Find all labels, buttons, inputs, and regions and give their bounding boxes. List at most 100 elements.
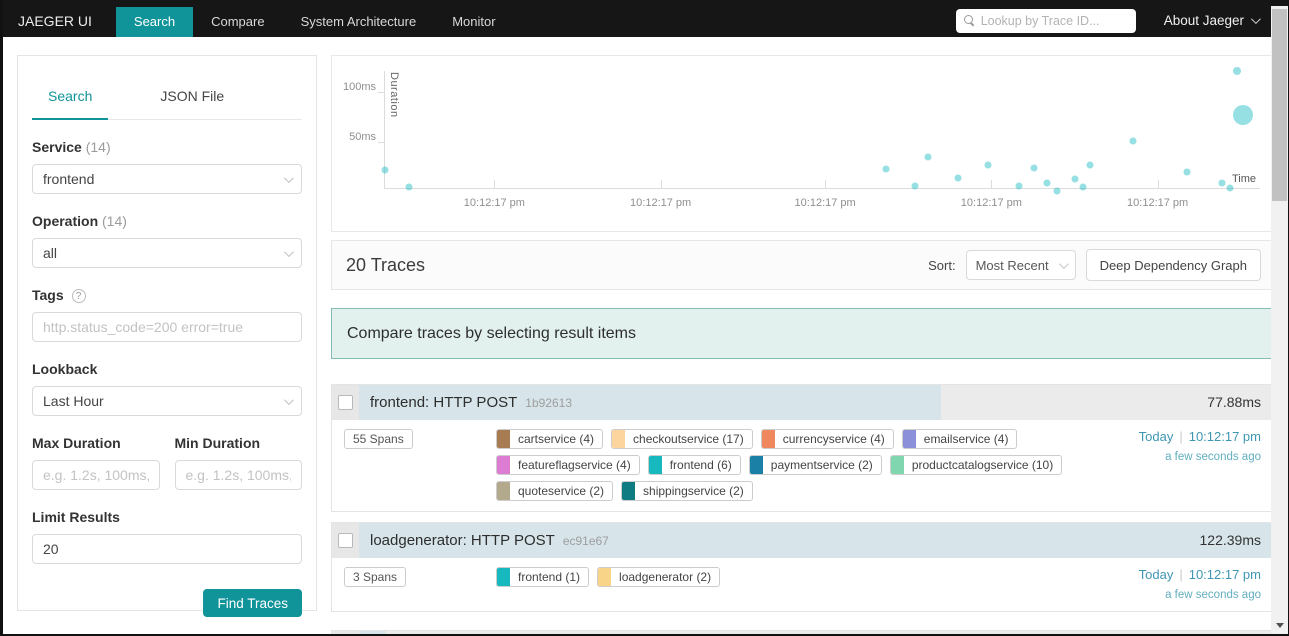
service-tag-label: paymentservice (2) <box>770 458 873 472</box>
y-tick-label: 100ms <box>342 81 376 93</box>
service-tag-swatch <box>612 430 626 448</box>
service-tag-label: quoteservice (2) <box>518 484 605 498</box>
nav-tab-compare[interactable]: Compare <box>193 7 282 37</box>
trace-scatter-dot[interactable] <box>1071 175 1078 183</box>
sidebar-tabs: Search JSON File <box>32 70 302 120</box>
time-axis-label: Time <box>1231 173 1256 185</box>
trace-scatter-dot[interactable] <box>984 161 992 169</box>
trace-scatter-dot[interactable] <box>1043 179 1051 187</box>
tags-field: Tags ? <box>32 287 302 342</box>
trace-lookup-input[interactable] <box>980 13 1128 28</box>
service-field: Service (14) frontend <box>32 139 302 194</box>
scrollbar[interactable] <box>1271 6 1288 634</box>
trace-scatter-dot[interactable] <box>1183 168 1190 176</box>
trace-scatter-dot[interactable] <box>1129 137 1137 145</box>
lookback-select[interactable]: Last Hour <box>32 386 302 416</box>
service-tags: frontend (1) loadgenerator (2) <box>496 567 1111 587</box>
compare-banner: Compare traces by selecting result items <box>331 308 1274 359</box>
service-tag: checkoutservice (17) <box>611 429 753 449</box>
y-tick-mark <box>378 92 385 93</box>
service-tag: paymentservice (2) <box>748 455 882 475</box>
trace-scatter-dot[interactable] <box>924 153 931 161</box>
help-icon[interactable]: ? <box>71 289 86 303</box>
trace-scatter-dot[interactable] <box>1086 161 1094 169</box>
scrollbar-thumb[interactable] <box>1272 9 1287 201</box>
operation-select[interactable]: all <box>32 238 302 268</box>
find-traces-button[interactable]: Find Traces <box>203 589 302 617</box>
top-nav: JAEGER UI Search Compare System Architectu… <box>3 0 1288 37</box>
trace-scatter-dot[interactable] <box>1233 105 1254 126</box>
service-tag-label: shippingservice (2) <box>643 484 744 498</box>
x-tick-mark <box>991 180 993 188</box>
service-tag-swatch <box>598 568 612 586</box>
trace-scatter-dot[interactable] <box>405 183 413 191</box>
trace-checkbox[interactable] <box>338 395 353 410</box>
trace-scatter-dot[interactable] <box>954 174 962 182</box>
y-tick-label: 50ms <box>349 131 376 143</box>
trace-checkbox[interactable] <box>338 533 353 548</box>
operation-select-value: all <box>43 245 58 261</box>
service-tag-label: emailservice (4) <box>923 432 1009 446</box>
lookback-select-value: Last Hour <box>43 393 104 409</box>
service-select-value: frontend <box>43 171 95 187</box>
nav-right: About Jaeger <box>955 8 1288 33</box>
about-jaeger-label: About Jaeger <box>1163 13 1244 28</box>
sidebar-tab-json-file[interactable]: JSON File <box>144 70 240 119</box>
trace-id: 1b92613 <box>525 396 572 410</box>
about-jaeger-menu[interactable]: About Jaeger <box>1163 13 1261 28</box>
service-select[interactable]: frontend <box>32 164 302 194</box>
sort-select[interactable]: Most Recent <box>965 250 1076 280</box>
trace-duration-bar: frontend: HTTP POST 1b92613 77.88ms <box>359 385 1273 420</box>
chevron-down-icon <box>283 394 294 405</box>
service-tag-label: productcatalogservice (10) <box>911 458 1054 472</box>
nav-tab-system-architecture[interactable]: System Architecture <box>283 7 435 37</box>
min-duration-input[interactable] <box>174 460 302 490</box>
sort-select-value: Most Recent <box>975 257 1049 273</box>
chevron-down-icon <box>1058 258 1069 269</box>
trace-title: frontend: HTTP POST <box>370 394 518 411</box>
trace-id: ec91e67 <box>562 534 609 548</box>
search-sidebar: Search JSON File Service (14) frontend Op… <box>17 55 317 617</box>
trace-scatter-dot[interactable] <box>1218 179 1225 187</box>
trace-scatter-dot[interactable] <box>882 165 890 173</box>
trace-lookup-box[interactable] <box>955 8 1136 33</box>
trace-date: Today <box>1138 567 1174 582</box>
service-tag-label: cartservice (4) <box>518 432 595 446</box>
trace-scatter-dot[interactable] <box>1226 184 1234 192</box>
compare-banner-text: Compare traces by selecting result items <box>347 324 636 342</box>
traces-count: 20 Traces <box>346 254 426 275</box>
trace-scatter-dot[interactable] <box>1079 183 1087 191</box>
trace-card-header[interactable]: frontend: HTTP POST 066341b 3.55ms <box>332 631 1273 634</box>
trace-card-header[interactable]: loadgenerator: HTTP POST ec91e67 122.39m… <box>332 523 1273 558</box>
service-tag-swatch <box>902 430 916 448</box>
trace-scatter-dot[interactable] <box>1015 182 1023 190</box>
nav-tab-monitor[interactable]: Monitor <box>434 7 513 37</box>
trace-time: 10:12:17 pm <box>1188 429 1261 444</box>
chevron-down-icon <box>283 246 294 257</box>
trace-scatter-dot[interactable] <box>1030 164 1038 172</box>
trace-result-list: frontend: HTTP POST 1b92613 77.88ms 55 S… <box>331 384 1274 634</box>
trace-scatter-dot[interactable] <box>381 166 389 174</box>
service-tag: cartservice (4) <box>496 429 604 449</box>
trace-relative-time: a few seconds ago <box>1165 451 1261 463</box>
tags-input[interactable] <box>32 312 302 342</box>
nav-tab-search[interactable]: Search <box>115 7 194 37</box>
service-count: (14) <box>85 139 111 155</box>
trace-scatter-dot[interactable] <box>911 182 919 190</box>
service-tag-swatch <box>749 456 763 474</box>
trace-card-header[interactable]: frontend: HTTP POST 1b92613 77.88ms <box>332 385 1273 420</box>
service-label: Service <box>32 139 82 155</box>
service-tag-label: frontend (6) <box>669 458 732 472</box>
trace-scatter-dot[interactable] <box>1053 187 1061 195</box>
max-duration-input[interactable] <box>32 460 160 490</box>
scrollbar-down-arrow[interactable] <box>1271 617 1288 634</box>
deep-dependency-graph-button[interactable]: Deep Dependency Graph <box>1085 249 1261 281</box>
service-tag-label: featureflagservice (4) <box>518 458 631 472</box>
limit-results-input[interactable] <box>32 534 302 564</box>
operation-count: (14) <box>102 213 127 229</box>
lookback-label: Lookback <box>32 361 98 377</box>
sidebar-tab-search[interactable]: Search <box>32 70 109 120</box>
service-tag: loadgenerator (2) <box>597 567 721 587</box>
trace-card-body: 3 Spans frontend (1) loadgenerator (2) To… <box>332 558 1273 611</box>
trace-scatter-dot[interactable] <box>1233 66 1242 75</box>
